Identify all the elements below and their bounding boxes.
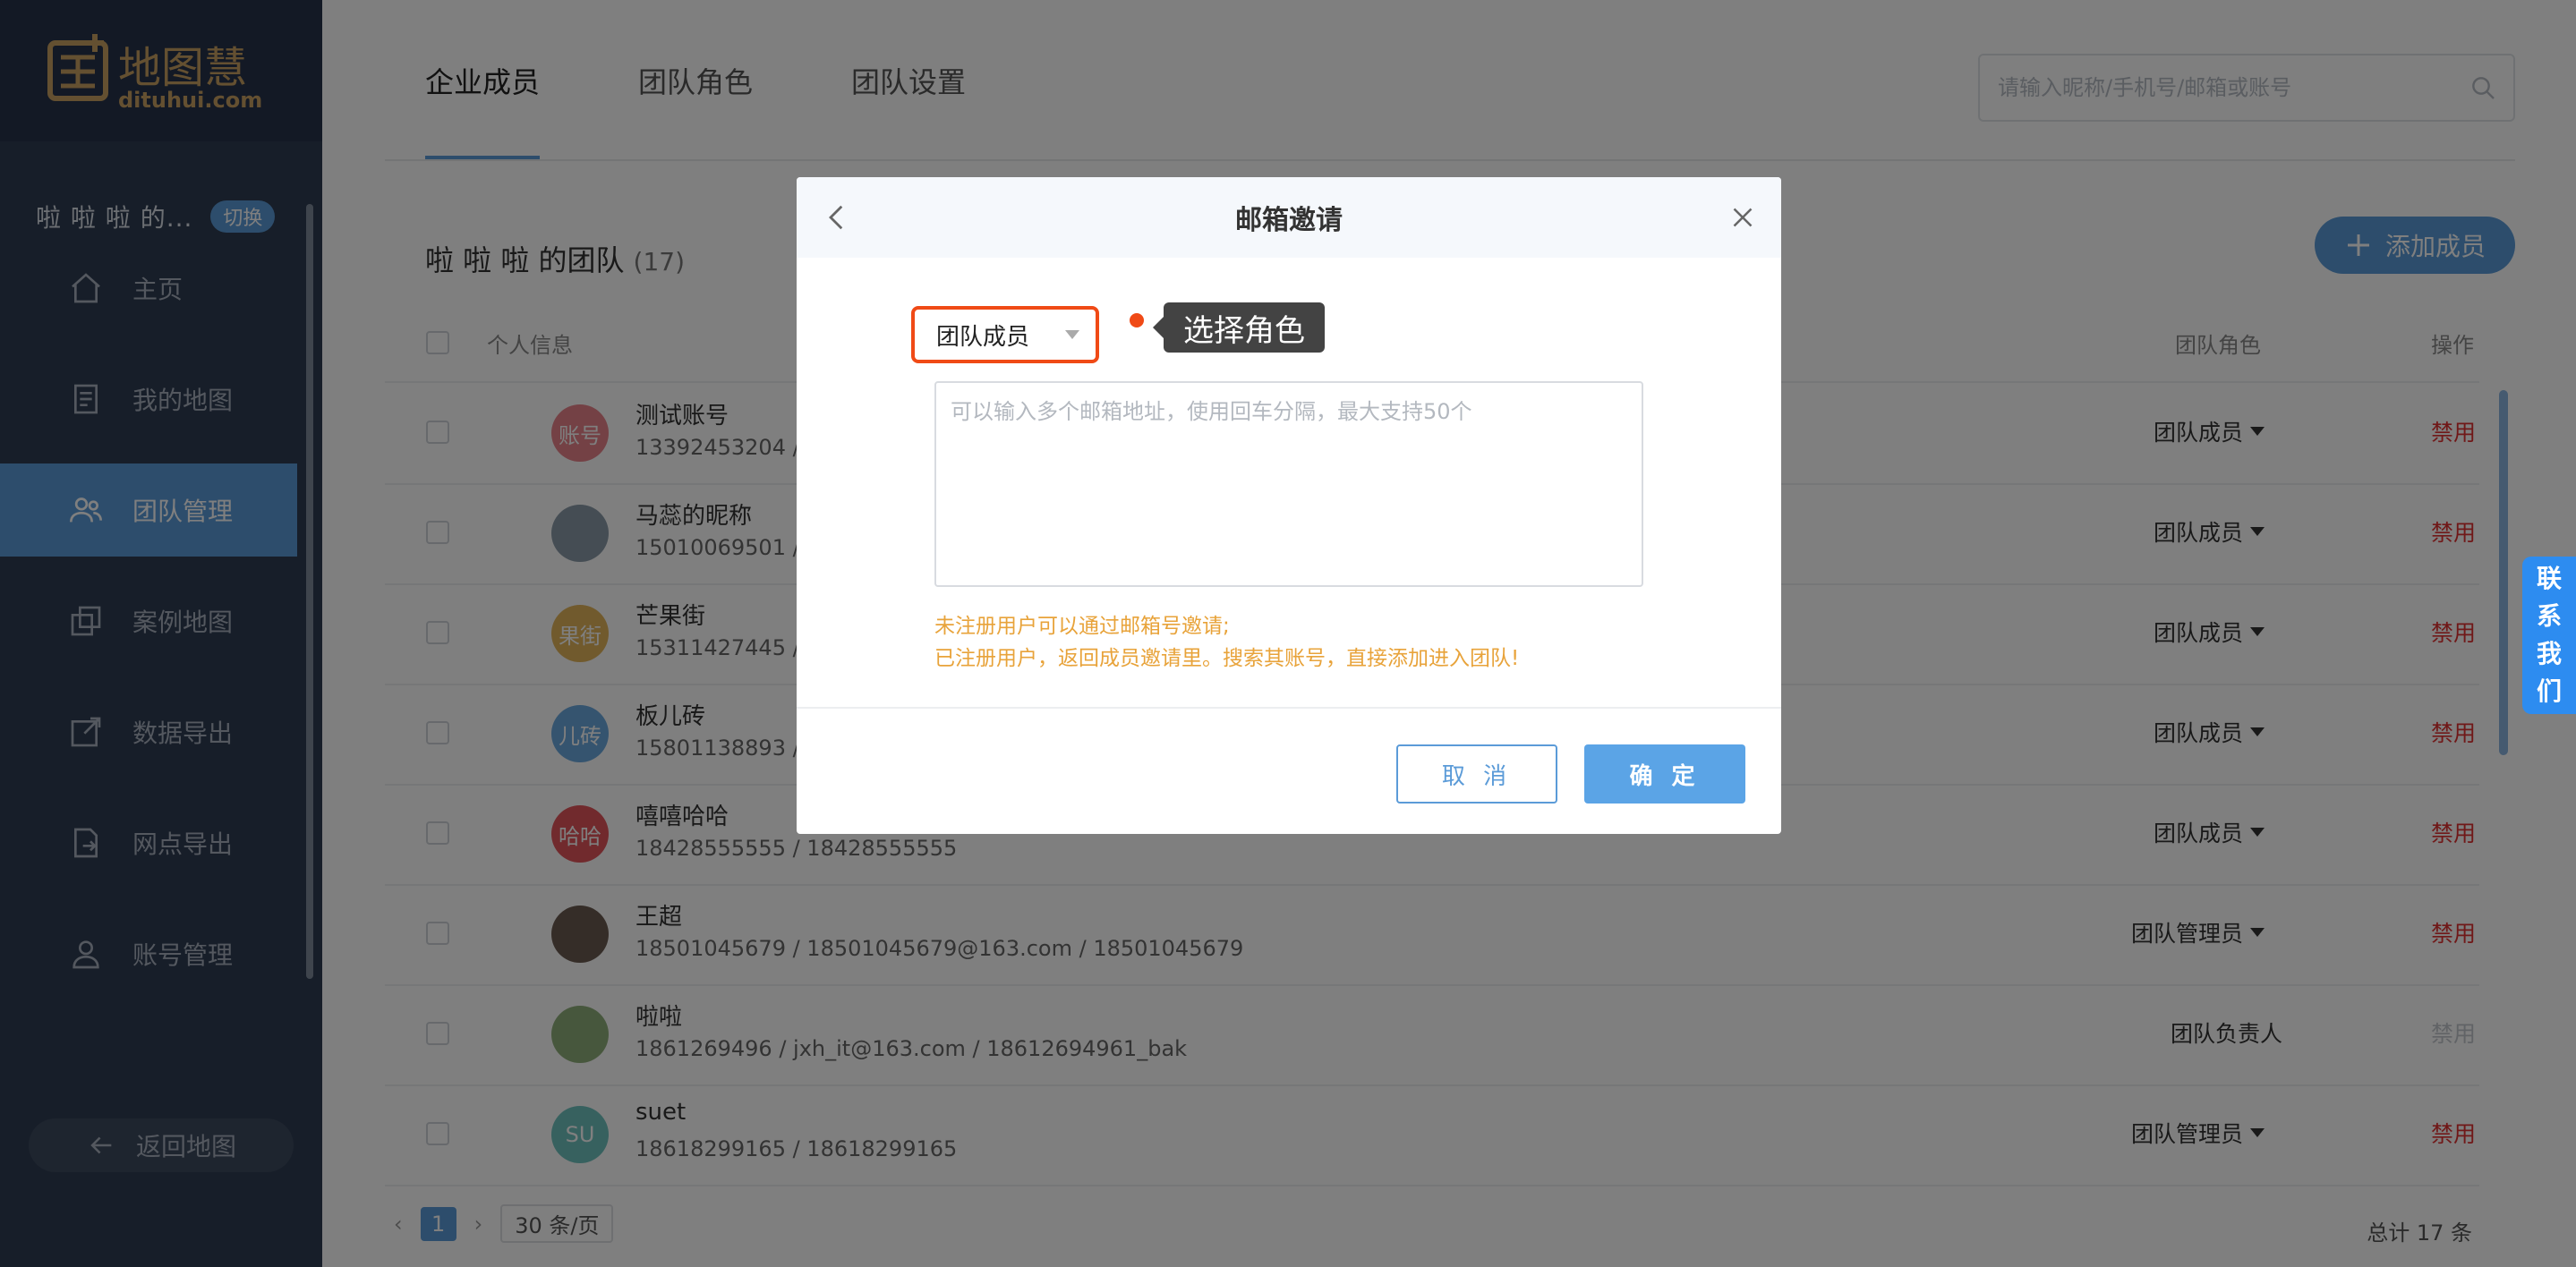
hint-unregistered: 未注册用户可以通过邮箱号邀请; <box>934 615 1230 638</box>
hint-registered: 已注册用户，返回成员邀请里。搜索其账号，直接添加进入团队! <box>934 647 1520 670</box>
dialog-title: 邮箱邀请 <box>1235 205 1343 236</box>
email-invite-dialog: 邮箱邀请 团队成员 选择角色 未注册用户可以通过邮箱号邀请; 已注册用户，返回成… <box>797 177 1781 834</box>
cancel-button[interactable]: 取 消 <box>1396 744 1557 804</box>
dialog-header: 邮箱邀请 <box>797 177 1781 258</box>
caret-down-icon <box>1065 330 1079 339</box>
chevron-left-icon[interactable] <box>818 199 856 236</box>
confirm-button[interactable]: 确 定 <box>1584 744 1745 804</box>
role-select[interactable]: 团队成员 <box>911 306 1099 363</box>
role-select-value: 团队成员 <box>936 323 1030 351</box>
close-icon[interactable] <box>1726 200 1760 234</box>
contact-char: 联 <box>2536 564 2562 593</box>
annotation-dot <box>1130 313 1144 327</box>
contact-char: 们 <box>2536 676 2562 706</box>
dialog-footer-divider <box>797 707 1781 709</box>
contact-us-button[interactable]: 联 系 我 们 <box>2522 557 2576 714</box>
select-role-tooltip: 选择角色 <box>1153 302 1325 353</box>
contact-char: 系 <box>2536 601 2562 631</box>
email-textarea[interactable] <box>934 381 1643 587</box>
contact-char: 我 <box>2536 639 2562 668</box>
